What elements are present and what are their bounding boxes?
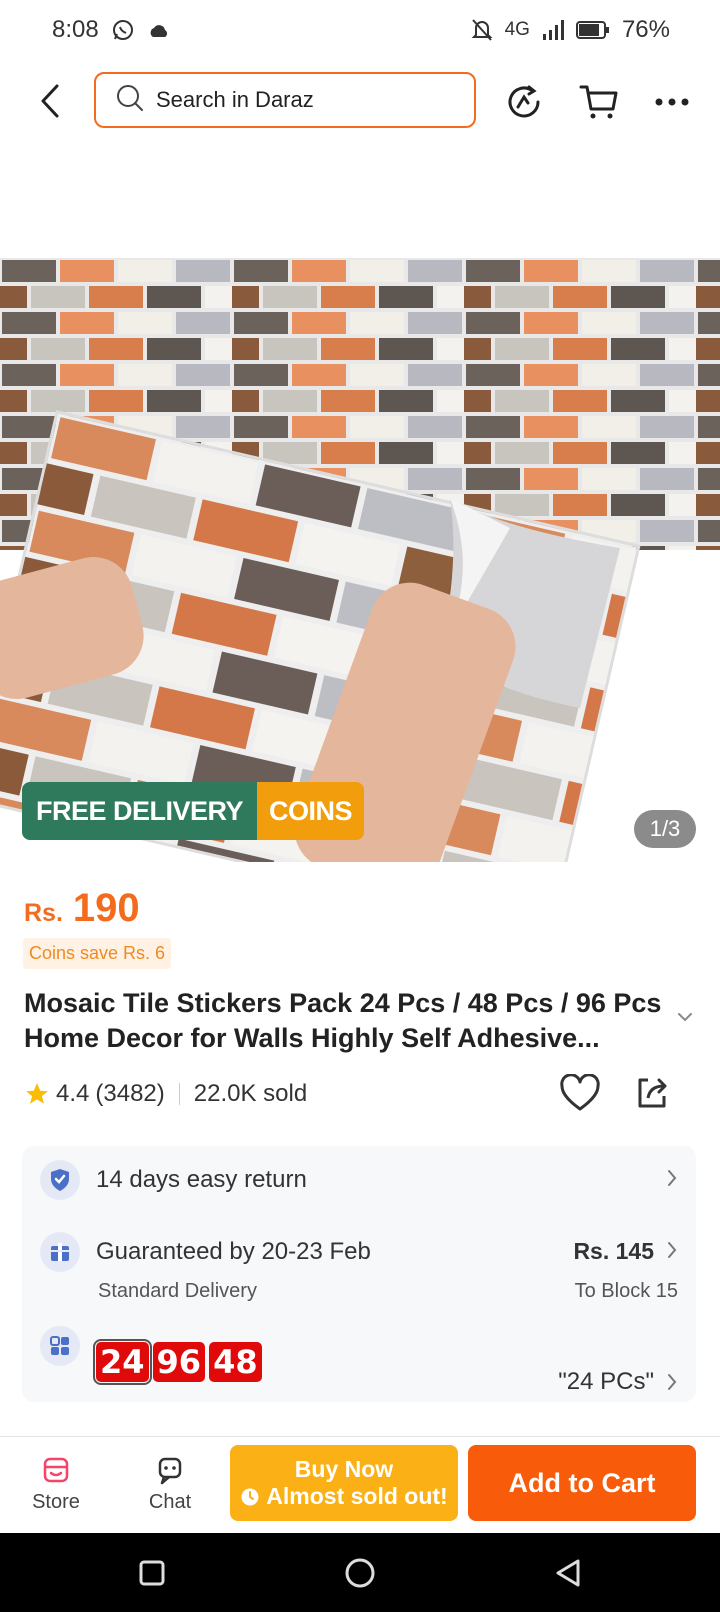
chevron-right-icon — [666, 1168, 678, 1193]
whatsapp-icon — [111, 18, 135, 42]
signal-icon — [542, 20, 564, 40]
rating-value[interactable]: 4.4 — [56, 1080, 89, 1108]
coins-save-badge: Coins save Rs. 6 — [23, 938, 172, 969]
store-label: Store — [32, 1491, 80, 1513]
buy-now-button[interactable]: Buy Now Almost sold out! — [230, 1445, 458, 1521]
search-icon — [116, 84, 144, 117]
delivery-date-text: Guaranteed by 20-23 Feb — [96, 1238, 371, 1265]
variant-chip[interactable]: 24 — [93, 1339, 152, 1385]
battery-level: 76% — [621, 16, 670, 43]
shield-check-icon — [40, 1160, 80, 1200]
return-policy-row[interactable]: 14 days easy return — [22, 1146, 696, 1210]
delivery-row[interactable]: Guaranteed by 20-23 Feb Standard Deliver… — [22, 1220, 696, 1310]
buy-now-label: Buy Now — [294, 1456, 394, 1482]
system-back-button[interactable] — [550, 1555, 586, 1591]
search-input[interactable]: Search in Daraz — [94, 72, 476, 128]
sold-count: 22.0K sold — [193, 1080, 308, 1107]
product-title: Mosaic Tile Stickers Pack 24 Pcs / 48 Pc… — [24, 988, 662, 1053]
share-button[interactable] — [634, 1074, 670, 1117]
coins-label: COINS — [257, 782, 365, 840]
product-image[interactable]: 1/3 — [0, 258, 720, 862]
alarm-icon — [240, 1487, 260, 1507]
refresh-icon — [508, 85, 540, 118]
action-bar: Store Chat Buy Now Almost sold out! Add … — [0, 1437, 720, 1533]
image-counter: 1/3 — [634, 810, 696, 848]
selected-variant: "24 PCs" — [558, 1368, 654, 1395]
chat-icon — [158, 1457, 182, 1485]
top-nav: Search in Daraz — [0, 72, 720, 130]
store-button[interactable]: Store — [16, 1455, 96, 1514]
wishlist-button[interactable] — [560, 1073, 600, 1119]
system-nav-bar — [0, 1533, 720, 1612]
chat-label: Chat — [148, 1491, 192, 1513]
delivery-box-icon — [40, 1232, 80, 1272]
promo-badge: FREE DELIVERY COINS — [22, 782, 365, 840]
circle-icon — [345, 1558, 375, 1588]
delivery-price: Rs. 145 — [573, 1238, 654, 1264]
status-time: 8:08 — [52, 16, 99, 43]
heart-icon — [560, 1073, 600, 1111]
cloud-icon — [147, 21, 171, 39]
star-icon — [24, 1081, 50, 1107]
buy-now-sublabel: Almost sold out! — [266, 1483, 448, 1509]
store-icon — [43, 1457, 69, 1483]
expand-title-button[interactable] — [676, 1010, 694, 1028]
chevron-right-icon — [666, 1372, 678, 1397]
rating-row: 4.4 (3482) 22.0K sold — [24, 1073, 696, 1117]
add-to-cart-button[interactable]: Add to Cart — [468, 1445, 696, 1521]
chevron-right-icon — [666, 1240, 678, 1265]
chevron-down-icon — [678, 1013, 692, 1022]
battery-icon — [575, 21, 610, 39]
free-delivery-label: FREE DELIVERY — [22, 782, 258, 840]
delivery-location: To Block 15 — [574, 1280, 678, 1302]
recents-button[interactable] — [134, 1555, 170, 1591]
chevron-left-icon — [41, 84, 59, 118]
variant-chip[interactable]: 48 — [209, 1342, 262, 1382]
status-bar: 8:08 4G 76% — [0, 0, 720, 60]
delivery-type-text: Standard Delivery — [98, 1280, 257, 1302]
more-dots-icon — [655, 98, 689, 106]
price-currency: Rs. — [24, 899, 63, 927]
review-count[interactable]: (3482) — [95, 1080, 164, 1108]
cart-button[interactable] — [577, 80, 621, 124]
back-button[interactable] — [30, 80, 70, 122]
more-button[interactable] — [650, 80, 694, 124]
cart-icon — [579, 85, 618, 119]
mute-bell-icon — [471, 18, 493, 42]
triangle-back-icon — [556, 1559, 580, 1587]
history-button[interactable] — [502, 80, 546, 124]
search-placeholder: Search in Daraz — [156, 87, 314, 112]
variant-chip[interactable]: 96 — [152, 1342, 206, 1382]
grid-apps-icon — [40, 1326, 80, 1366]
share-icon — [638, 1078, 667, 1108]
home-button[interactable] — [342, 1555, 378, 1591]
return-policy-text: 14 days easy return — [96, 1166, 307, 1193]
variant-thumbnails: 24 96 48 — [93, 1339, 262, 1385]
square-icon — [139, 1560, 165, 1586]
divider — [178, 1083, 180, 1105]
chat-button[interactable]: Chat — [130, 1455, 210, 1514]
info-card: 14 days easy return Guaranteed by 20-23 … — [22, 1146, 696, 1402]
price-value: 190 — [72, 886, 140, 930]
price: Rs. 190 — [24, 886, 140, 931]
network-type: 4G — [504, 19, 530, 40]
